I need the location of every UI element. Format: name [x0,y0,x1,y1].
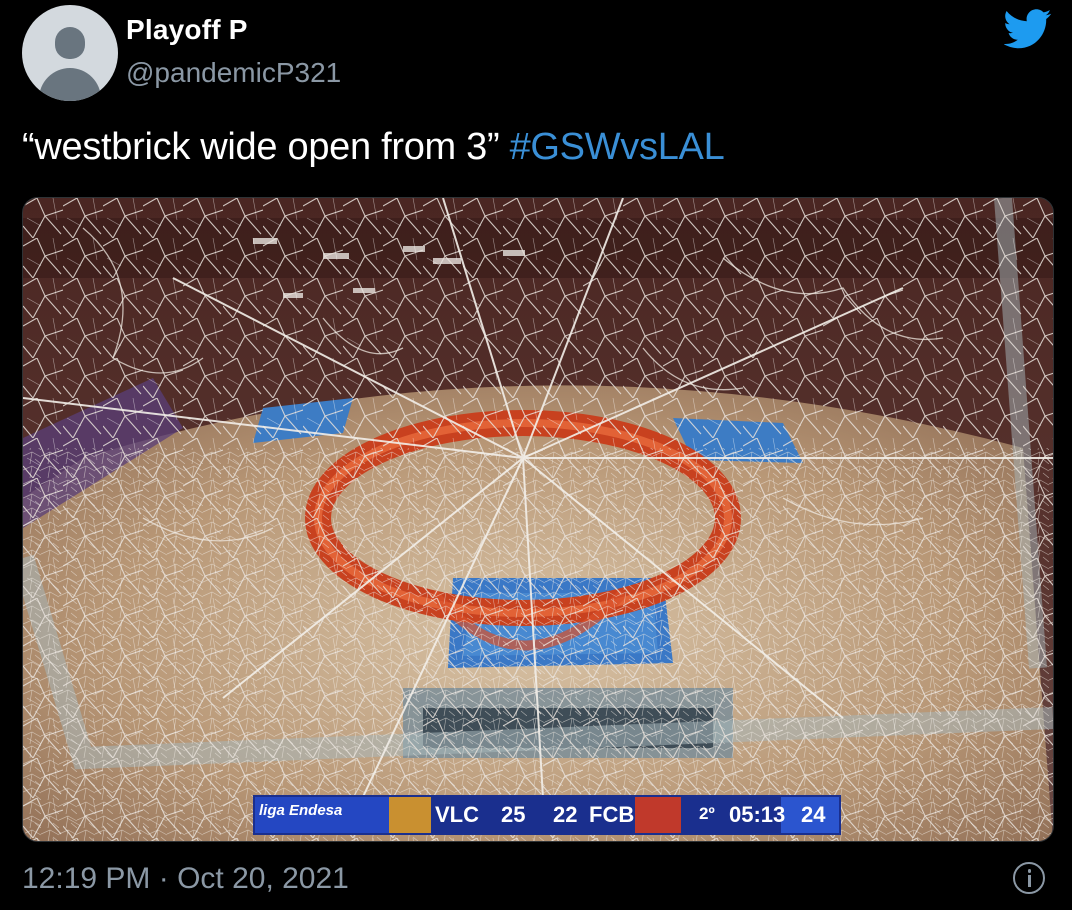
info-icon[interactable] [1013,862,1045,894]
tweet-text: “westbrick wide open from 3” #GSWvsLAL [22,126,725,169]
tweet-timestamp[interactable]: 12:19 PM · Oct 20, 2021 [22,862,349,896]
scoreboard-home-team: VLC [435,802,479,827]
scoreboard-shot-clock: 24 [801,802,826,827]
info-icon-dot [1027,869,1031,873]
display-name[interactable]: Playoff P [126,14,248,46]
scoreboard-away-team: FCB [589,802,635,827]
tweet-body: “westbrick wide open from 3” [22,126,500,168]
scoreboard-clock: 05:13 [729,802,786,827]
user-handle[interactable]: @pandemicP321 [126,57,341,89]
scoreboard-period: 2º [699,804,715,823]
shattered-backboard-photo [23,198,1053,841]
info-icon-bar [1027,875,1031,887]
twitter-bird-icon[interactable] [1004,8,1052,50]
scoreboard-home-score: 25 [501,802,526,827]
scoreboard-away-score: 22 [553,802,578,827]
scoreboard-sponsor: liga Endesa [259,802,343,819]
tweet-media-image[interactable]: liga Endesa VLC 25 22 FCB 2º 05:13 24 [22,197,1054,842]
avatar-shoulders [39,68,101,101]
hashtag-link[interactable]: #GSWvsLAL [510,126,725,168]
default-avatar-icon[interactable] [22,5,118,101]
tweet-card: Playoff P @pandemicP321 “westbrick wide … [0,0,1072,910]
avatar-head [55,27,85,59]
